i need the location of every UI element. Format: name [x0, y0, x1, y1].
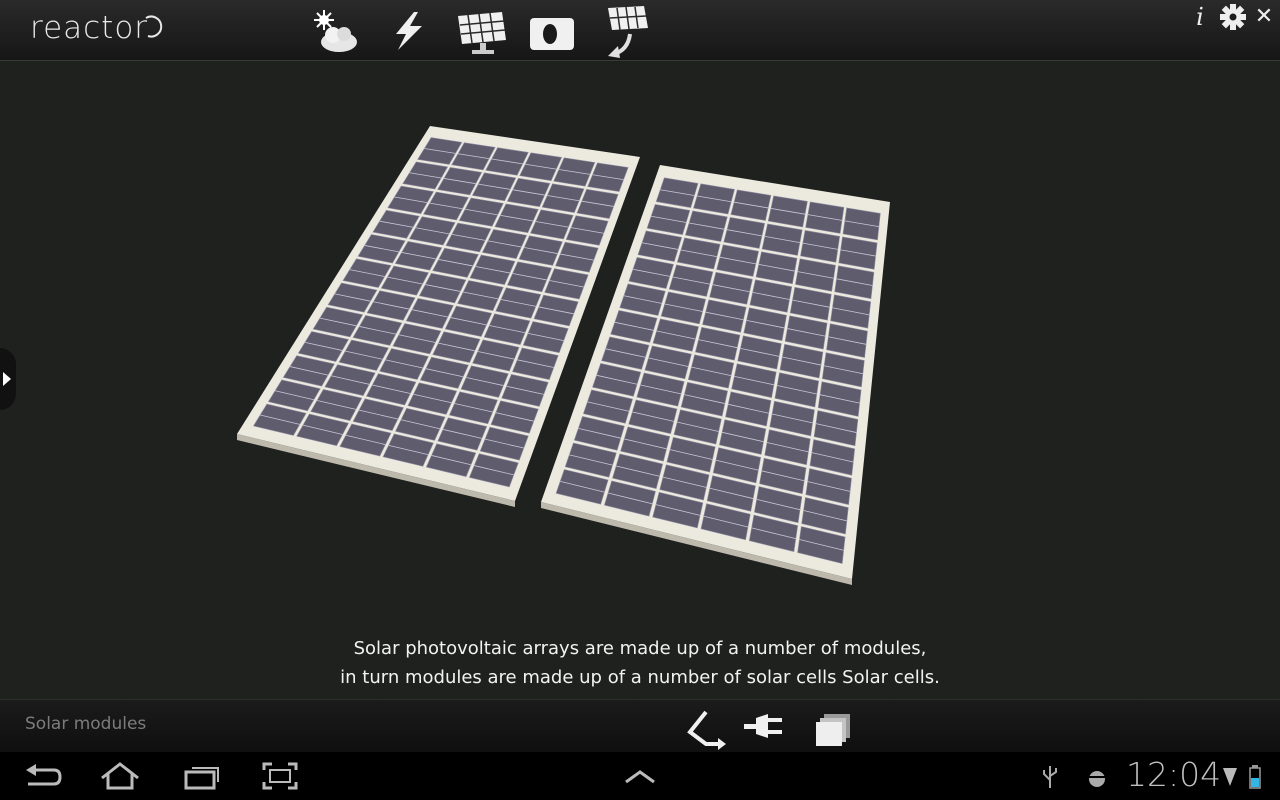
app-toolbar: reactor i ✕ [0, 0, 1280, 61]
android-debug-icon [1089, 771, 1105, 787]
status-clock: 12:04 [1126, 755, 1222, 794]
bottom-toolbar: Solar modules [0, 699, 1280, 753]
home-icon [101, 762, 139, 790]
back-icon [26, 764, 62, 786]
rotate-panel-button[interactable] [598, 4, 654, 58]
app-logo: reactor [30, 10, 163, 46]
section-title: Solar modules [25, 714, 147, 734]
layers-button[interactable] [810, 704, 856, 750]
logo-swirl [145, 15, 163, 38]
system-navigation-bar [0, 752, 1280, 800]
weather-button[interactable] [306, 4, 362, 56]
gear-icon [1220, 4, 1246, 30]
settings-button[interactable] [1218, 2, 1248, 32]
logo-text: reactor [30, 10, 149, 46]
back-arrow-icon [687, 710, 726, 750]
camera-icon [530, 18, 574, 50]
plug-button[interactable] [742, 704, 788, 750]
solar-panel-rotate-icon [608, 6, 648, 58]
back-arrow-button[interactable] [682, 704, 728, 750]
caption-line-2: in turn modules are made up of a number … [340, 667, 940, 688]
solar-panels-3d-view[interactable] [0, 61, 1280, 699]
layers-icon [816, 714, 850, 746]
recent-apps-button[interactable] [180, 760, 224, 792]
screenshot-button[interactable] [258, 760, 302, 792]
solar-panel-icon [458, 12, 506, 54]
solar-panel-button[interactable] [452, 4, 508, 56]
plug-icon [744, 714, 782, 738]
power-button[interactable] [380, 4, 436, 56]
home-button[interactable] [98, 760, 142, 792]
close-icon[interactable]: ✕ [1252, 2, 1276, 32]
info-icon[interactable]: i [1190, 2, 1210, 32]
wifi-icon [1223, 768, 1237, 786]
lightning-icon [396, 12, 422, 50]
back-button[interactable] [20, 760, 64, 792]
menu-up-button[interactable] [618, 760, 662, 792]
chevron-up-icon [625, 770, 655, 784]
caption-line-1: Solar photovoltaic arrays are made up of… [353, 638, 927, 659]
usb-icon [1043, 766, 1057, 788]
view-button[interactable] [524, 4, 580, 56]
recent-apps-icon [184, 767, 219, 790]
sun-cloud-icon [314, 10, 357, 52]
screenshot-icon [262, 762, 298, 790]
description-caption: Solar photovoltaic arrays are made up of… [0, 634, 1280, 692]
solar-module-scene[interactable] [0, 61, 1280, 699]
battery-icon [1249, 765, 1261, 789]
